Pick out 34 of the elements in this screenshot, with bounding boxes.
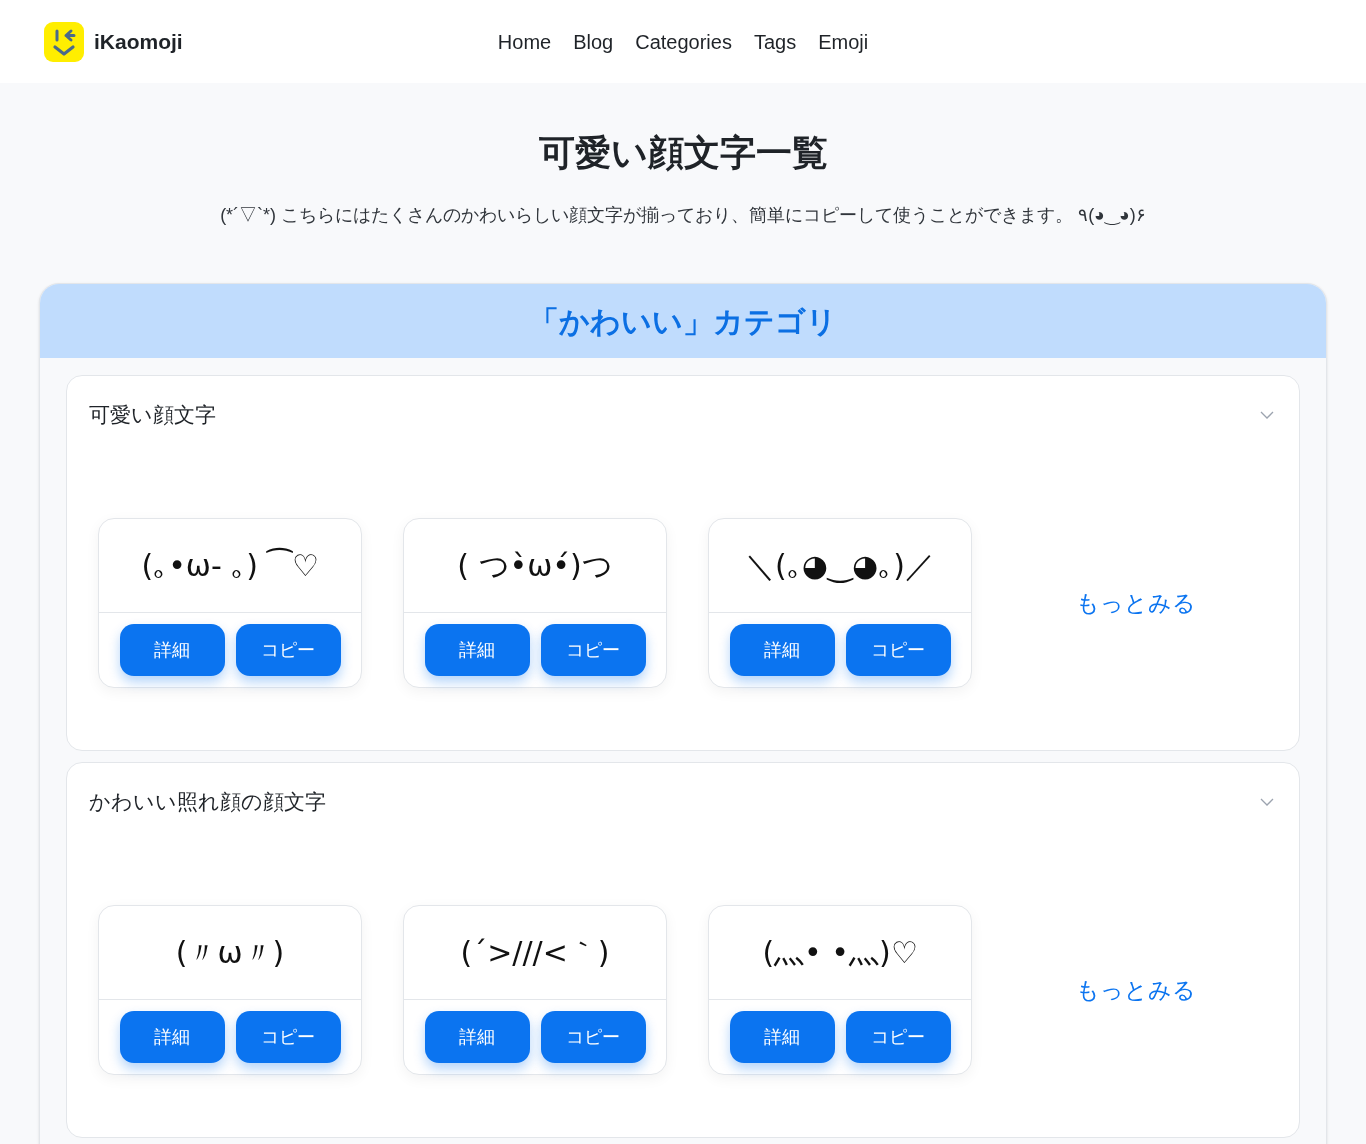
copy-button[interactable]: コピー	[540, 1011, 646, 1063]
details-button[interactable]: 詳細	[119, 624, 225, 676]
nav-link[interactable]: Tags	[753, 26, 797, 57]
page-description: (*´▽`*) こちらにはたくさんのかわいらしい顔文字が揃っており、簡単にコピーして使うことができます。 ٩(◕‿◕)۶	[220, 204, 1146, 227]
chevron-down-icon[interactable]	[1260, 411, 1274, 419]
page-title: 可愛い顔文字一覧	[538, 131, 828, 175]
nav-link[interactable]: Emoji	[818, 26, 869, 57]
kaomoji-text: (〃ω〃)	[175, 934, 285, 972]
kaomoji-text: ＼(｡◕‿◕｡)／	[745, 547, 935, 585]
copy-button[interactable]: コピー	[540, 624, 646, 676]
copy-button[interactable]: コピー	[235, 624, 341, 676]
kaomoji-text: (´>///<｀)	[460, 934, 610, 972]
details-button[interactable]: 詳細	[424, 624, 530, 676]
section-title[interactable]: 可愛い顔文字	[89, 401, 216, 429]
copy-button[interactable]: コピー	[845, 624, 951, 676]
nav-link[interactable]: Blog	[573, 26, 614, 57]
category-title: 「かわいい」カテゴリ	[529, 303, 837, 340]
details-button[interactable]: 詳細	[729, 624, 835, 676]
nav-link[interactable]: Categories	[635, 26, 732, 57]
smiley-logo-icon	[44, 21, 84, 62]
nav-link[interactable]: Home	[497, 26, 552, 57]
copy-button[interactable]: コピー	[235, 1011, 341, 1063]
details-button[interactable]: 詳細	[119, 1011, 225, 1063]
chevron-down-icon[interactable]	[1260, 798, 1274, 806]
details-button[interactable]: 詳細	[729, 1011, 835, 1063]
kaomoji-text: (｡•ω- ｡) ⁀♡	[141, 546, 319, 585]
kaomoji-text: (灬• •灬)♡	[762, 934, 918, 972]
copy-button[interactable]: コピー	[845, 1011, 951, 1063]
see-more-link[interactable]: もっとみる	[1075, 972, 1196, 1008]
kaomoji-text: ( つ•̀ω•́)つ	[457, 547, 613, 585]
section-title[interactable]: かわいい照れ顔の顔文字	[89, 788, 326, 816]
see-more-link[interactable]: もっとみる	[1075, 585, 1196, 621]
details-button[interactable]: 詳細	[424, 1011, 530, 1063]
site-name[interactable]: iKaomoji	[94, 25, 183, 58]
